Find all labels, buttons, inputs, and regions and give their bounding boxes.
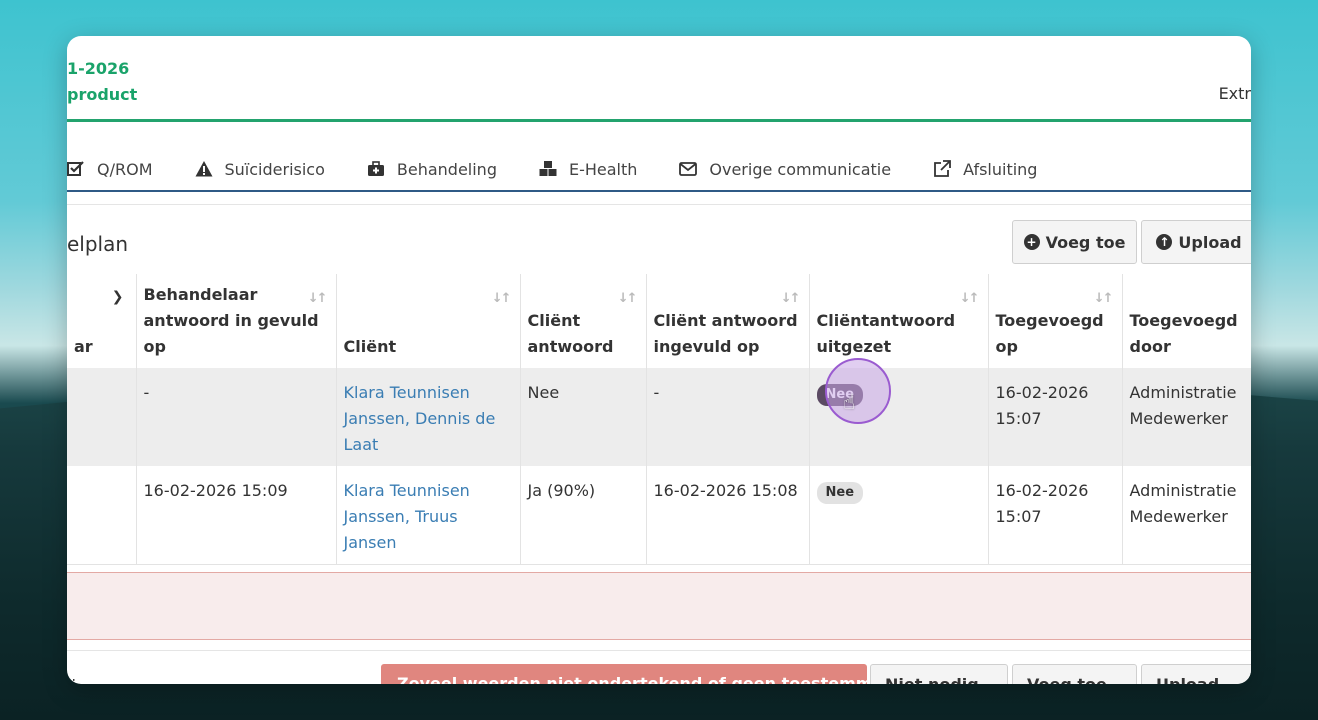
- tab-q-rom[interactable]: Q/ROM: [67, 160, 153, 179]
- client-link[interactable]: Klara Teunnisen Janssen, Dennis de Laat: [344, 383, 496, 454]
- footer-upload-button[interactable]: Upload: [1141, 664, 1251, 684]
- add-button[interactable]: + Voeg toe: [1012, 220, 1137, 264]
- client-link[interactable]: Klara Teunnisen Janssen, Truus Jansen: [344, 481, 470, 552]
- medkit-icon: [367, 161, 384, 176]
- footer-label: ij: [67, 676, 76, 684]
- upload-button[interactable]: ↑ Upload: [1141, 220, 1251, 264]
- tab-label: Behandeling: [396, 159, 497, 179]
- warning-icon: [195, 161, 212, 177]
- tab-overige-communicatie[interactable]: Overige communicatie: [679, 160, 891, 179]
- sort-icon[interactable]: ↓↑: [618, 286, 638, 312]
- sort-icon[interactable]: ↓↑: [960, 286, 980, 312]
- cell-client-op: -: [646, 368, 810, 466]
- tab-bar: Q/ROM Suïciderisico Behandeling E-Health…: [67, 148, 1251, 190]
- tab-label: Q/ROM: [97, 159, 153, 179]
- tab-suiciderisico[interactable]: Suïciderisico: [195, 160, 325, 179]
- hand-cursor-icon: ☝: [843, 390, 856, 414]
- tab-label: Overige communicatie: [709, 159, 892, 179]
- external-link-icon: [934, 160, 951, 177]
- sort-icon[interactable]: ↓↑: [1094, 286, 1114, 312]
- column-header[interactable]: Cliënt ↓↑: [336, 274, 521, 368]
- table-row[interactable]: - Klara Teunnisen Janssen, Dennis de Laa…: [67, 368, 1251, 466]
- cell-toegevoegd-op: 16-02-2026 15:07: [988, 368, 1123, 466]
- chevron-down-icon[interactable]: ❯: [112, 284, 124, 310]
- column-header[interactable]: ar ❯: [67, 274, 137, 368]
- upload-circle-icon: ↑: [1156, 234, 1173, 250]
- table-row[interactable]: 16-02-2026 15:09 Klara Teunnisen Janssen…: [67, 466, 1251, 565]
- cell-client: Klara Teunnisen Janssen, Truus Jansen: [336, 466, 521, 565]
- cell-empty: [67, 368, 137, 466]
- column-header[interactable]: Cliënt antwoord ingevuld op ↓↑: [646, 274, 810, 368]
- cell-client-op: 16-02-2026 15:08: [646, 466, 810, 565]
- column-header[interactable]: Cliënt antwoord ↓↑: [520, 274, 647, 368]
- click-indicator: [825, 358, 891, 424]
- status-badge[interactable]: Nee: [816, 482, 864, 504]
- alert-box: [67, 572, 1251, 640]
- case-date: 1-2026: [67, 59, 130, 78]
- sort-icon[interactable]: ↓↑: [308, 286, 328, 312]
- cell-client-antwoord: Nee: [520, 368, 647, 466]
- table-header-row: ar ❯ Behandelaar antwoord in gevuld op ↓↑ …: [67, 274, 1251, 368]
- cell-behandelaar-op: -: [136, 368, 337, 466]
- tab-underline: [67, 190, 1251, 192]
- cell-uitgezet: Nee: [809, 466, 989, 565]
- column-header[interactable]: Toegevoegd door: [1122, 274, 1251, 368]
- tab-label: E-Health: [568, 159, 638, 179]
- cell-client-antwoord: Ja (90%): [520, 466, 647, 565]
- cell-toegevoegd-op: 16-02-2026 15:07: [988, 466, 1123, 565]
- column-header[interactable]: Toegevoegd op ↓↑: [988, 274, 1123, 368]
- case-header: 1-2026 product: [67, 56, 137, 108]
- sort-icon[interactable]: ↓↑: [492, 286, 512, 312]
- cell-empty: [67, 466, 137, 565]
- section-divider: [67, 204, 1251, 205]
- footer-add-button[interactable]: Voeg toe: [1012, 664, 1137, 684]
- extra-label: Extr: [1218, 84, 1251, 103]
- app-window: 1-2026 product Extr Q/ROM Suïciderisico …: [67, 36, 1251, 684]
- case-product: product: [67, 85, 138, 104]
- tab-afsluiting[interactable]: Afsluiting: [933, 160, 1037, 179]
- header-divider: [67, 119, 1251, 122]
- tab-label: Suïciderisico: [224, 159, 325, 179]
- cubes-icon: [539, 161, 557, 176]
- column-header[interactable]: Behandelaar antwoord in gevuld op ↓↑: [136, 274, 337, 368]
- not-needed-button[interactable]: Niet nodig: [870, 664, 1008, 684]
- cell-toegevoegd-door: Administratie Medewerker: [1122, 466, 1251, 565]
- sort-icon[interactable]: ↓↑: [781, 286, 801, 312]
- tab-label: Afsluiting: [963, 159, 1038, 179]
- add-button-label: Voeg toe: [1045, 232, 1126, 252]
- upload-button-label: Upload: [1178, 232, 1242, 252]
- cell-toegevoegd-door: Administratie Medewerker: [1122, 368, 1251, 466]
- footer-divider: [67, 650, 1251, 651]
- consent-warning-button[interactable]: Zoveel weerden niet ondertekend of geen …: [381, 664, 867, 684]
- column-header[interactable]: Cliëntantwoord uitgezet ↓↑: [809, 274, 989, 368]
- tab-behandeling[interactable]: Behandeling: [367, 160, 497, 179]
- section-title: elplan: [67, 232, 129, 256]
- tab-e-health[interactable]: E-Health: [539, 160, 637, 179]
- envelope-icon: [679, 162, 698, 176]
- cell-behandelaar-op: 16-02-2026 15:09: [136, 466, 337, 565]
- checkbox-icon: [67, 161, 84, 176]
- plus-circle-icon: +: [1023, 234, 1040, 250]
- cell-client: Klara Teunnisen Janssen, Dennis de Laat: [336, 368, 521, 466]
- data-table: ar ❯ Behandelaar antwoord in gevuld op ↓↑ …: [67, 274, 1251, 565]
